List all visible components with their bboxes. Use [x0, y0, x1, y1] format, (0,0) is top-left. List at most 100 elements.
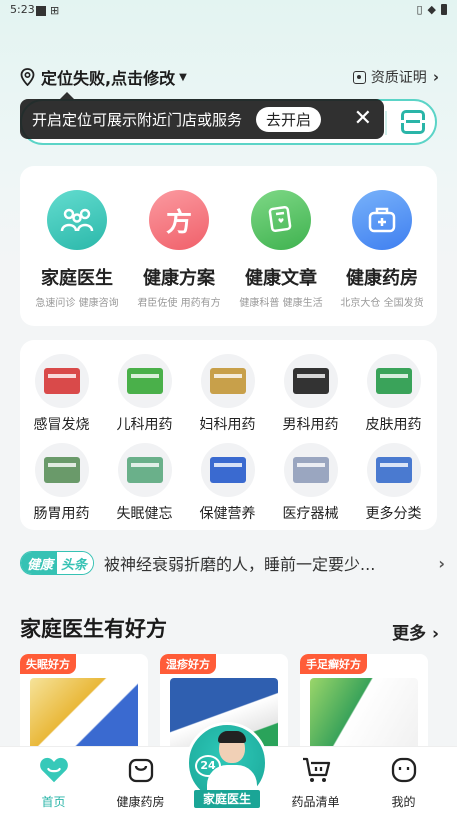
- health-plan-icon: 方: [149, 190, 209, 250]
- medicine-box: [292, 368, 329, 394]
- service-subtitle: 北京大仓 全国发货: [340, 298, 424, 309]
- category-label: 失眠健忘: [116, 506, 173, 522]
- close-icon[interactable]: ✕: [354, 108, 372, 130]
- medicine-box-icon: [117, 354, 172, 408]
- category-insomnia[interactable]: 失眠健忘: [103, 443, 186, 523]
- service-subtitle: 急速问诊 健康咨询: [35, 298, 119, 309]
- headline-badge: 健康 头条: [20, 551, 95, 575]
- category-devices[interactable]: 医疗器械: [269, 443, 352, 523]
- location-label[interactable]: 定位失败,点击修改: [41, 65, 175, 89]
- toast-message: 开启定位可展示附近门店或服务: [32, 110, 243, 129]
- headline-ticker[interactable]: 健康 头条 被神经衰弱折磨的人，睡前一定要少... ›: [20, 549, 445, 577]
- service-title: 健康方案: [143, 268, 215, 289]
- vibrate-icon: ▯: [416, 3, 423, 16]
- tab-medicine-list[interactable]: 药品清单: [270, 755, 361, 810]
- service-family-doctor[interactable]: 家庭医生 急速问诊 健康咨询: [25, 190, 129, 309]
- medicine-box-icon: [34, 354, 89, 408]
- medicine-box-icon: [117, 443, 172, 497]
- category-gynecology[interactable]: 妇科用药: [186, 354, 269, 434]
- medicine-box-icon: [200, 354, 255, 408]
- notification-app-icon: ⊞: [50, 4, 60, 17]
- badge-headline: 头条: [57, 552, 94, 574]
- medicine-box: [126, 457, 163, 483]
- face-icon: [389, 755, 419, 785]
- caret-down-icon[interactable]: ▼: [179, 72, 187, 83]
- medicine-box-icon: [200, 443, 255, 497]
- service-pharmacy[interactable]: 健康药房 北京大仓 全国发货: [330, 190, 434, 309]
- 24h-badge-icon: 24: [195, 755, 221, 777]
- category-cold-fever[interactable]: 感冒发烧: [20, 354, 103, 434]
- service-subtitle: 健康科普 健康生活: [239, 298, 323, 309]
- qualification-label: 资质证明: [370, 70, 427, 86]
- battery-icon: [441, 4, 447, 15]
- enable-location-button[interactable]: 去开启: [256, 106, 322, 132]
- category-nutrition[interactable]: 保健营养: [186, 443, 269, 523]
- heart-icon: [39, 755, 69, 785]
- medicine-box: [292, 457, 329, 483]
- category-label: 肠胃用药: [33, 506, 90, 522]
- category-label: 医疗器械: [282, 506, 339, 522]
- medicine-box: [375, 457, 412, 483]
- categories-card: 感冒发烧 儿科用药 妇科用药 男科用药 皮肤用药 肠胃用药 失眠健忘 保健营养 …: [20, 340, 437, 530]
- tab-home[interactable]: 首页: [8, 755, 99, 810]
- location-row: 定位失败,点击修改 ▼ 资质证明 ›: [20, 66, 439, 88]
- bag-icon: [126, 755, 156, 785]
- cart-icon: [301, 755, 331, 785]
- category-andrology[interactable]: 男科用药: [269, 354, 352, 434]
- category-label: 妇科用药: [199, 417, 256, 433]
- product-tag: 手足癣好方: [300, 654, 367, 674]
- notification-square-icon: [36, 5, 46, 16]
- medicine-box: [209, 368, 246, 394]
- family-doctor-icon: [47, 190, 107, 250]
- headline-text: 被神经衰弱折磨的人，睡前一定要少...: [104, 555, 376, 574]
- service-title: 健康文章: [245, 268, 317, 289]
- category-gastro[interactable]: 肠胃用药: [20, 443, 103, 523]
- product-tag: 失眠好方: [20, 654, 76, 674]
- medicine-box: [209, 457, 246, 483]
- section-title: 家庭医生有好方: [20, 617, 167, 641]
- location-pin-icon: [20, 68, 35, 86]
- tab-label: 我的: [391, 795, 416, 809]
- badge-health: 健康: [21, 552, 58, 574]
- chevron-right-icon: ›: [438, 553, 445, 573]
- tab-pharmacy[interactable]: 健康药房: [95, 755, 186, 810]
- medicine-box: [126, 368, 163, 394]
- service-article[interactable]: 健康文章 健康科普 健康生活: [229, 190, 333, 309]
- search-divider: [385, 111, 387, 135]
- status-time: 5:23: [10, 3, 35, 16]
- article-icon: [251, 190, 311, 250]
- doctor-hair: [218, 731, 246, 743]
- service-health-plan[interactable]: 方 健康方案 君臣佐使 用药有方: [127, 190, 231, 309]
- location-toast: 开启定位可展示附近门店或服务 去开启 ✕: [20, 92, 384, 139]
- category-dermatology[interactable]: 皮肤用药: [352, 354, 435, 434]
- category-label: 儿科用药: [116, 417, 173, 433]
- category-label: 更多分类: [365, 506, 422, 522]
- medicine-box-icon: [283, 354, 338, 408]
- tab-family-doctor[interactable]: 24 家庭医生: [182, 722, 272, 812]
- category-label: 男科用药: [282, 417, 339, 433]
- medicine-box: [43, 368, 80, 394]
- category-label: 保健营养: [199, 506, 256, 522]
- category-pediatric[interactable]: 儿科用药: [103, 354, 186, 434]
- certificate-icon: [352, 70, 366, 84]
- qualification-link[interactable]: 资质证明 ›: [352, 67, 439, 87]
- more-link[interactable]: 更多 ›: [392, 619, 439, 644]
- service-title: 家庭医生: [41, 268, 113, 289]
- pharmacy-icon: [352, 190, 412, 250]
- scan-icon[interactable]: [399, 110, 427, 134]
- category-more[interactable]: 更多分类: [352, 443, 435, 523]
- service-subtitle: 君臣佐使 用药有方: [137, 298, 221, 309]
- services-card: 家庭医生 急速问诊 健康咨询 方 健康方案 君臣佐使 用药有方 健康文章 健康科…: [20, 166, 437, 326]
- tab-label: 药品清单: [291, 795, 340, 809]
- tab-mine[interactable]: 我的: [358, 755, 449, 810]
- tab-label: 健康药房: [116, 795, 165, 809]
- medicine-box: [375, 368, 412, 394]
- product-tag: 湿疹好方: [160, 654, 216, 674]
- medicine-box-icon: [34, 443, 89, 497]
- medicine-box: [43, 457, 80, 483]
- category-label: 感冒发烧: [33, 417, 90, 433]
- service-title: 健康药房: [346, 268, 418, 289]
- system-icons: ▯ ◆: [416, 3, 447, 16]
- health-plan-glyph: 方: [165, 207, 192, 238]
- tab-label: 首页: [41, 795, 66, 809]
